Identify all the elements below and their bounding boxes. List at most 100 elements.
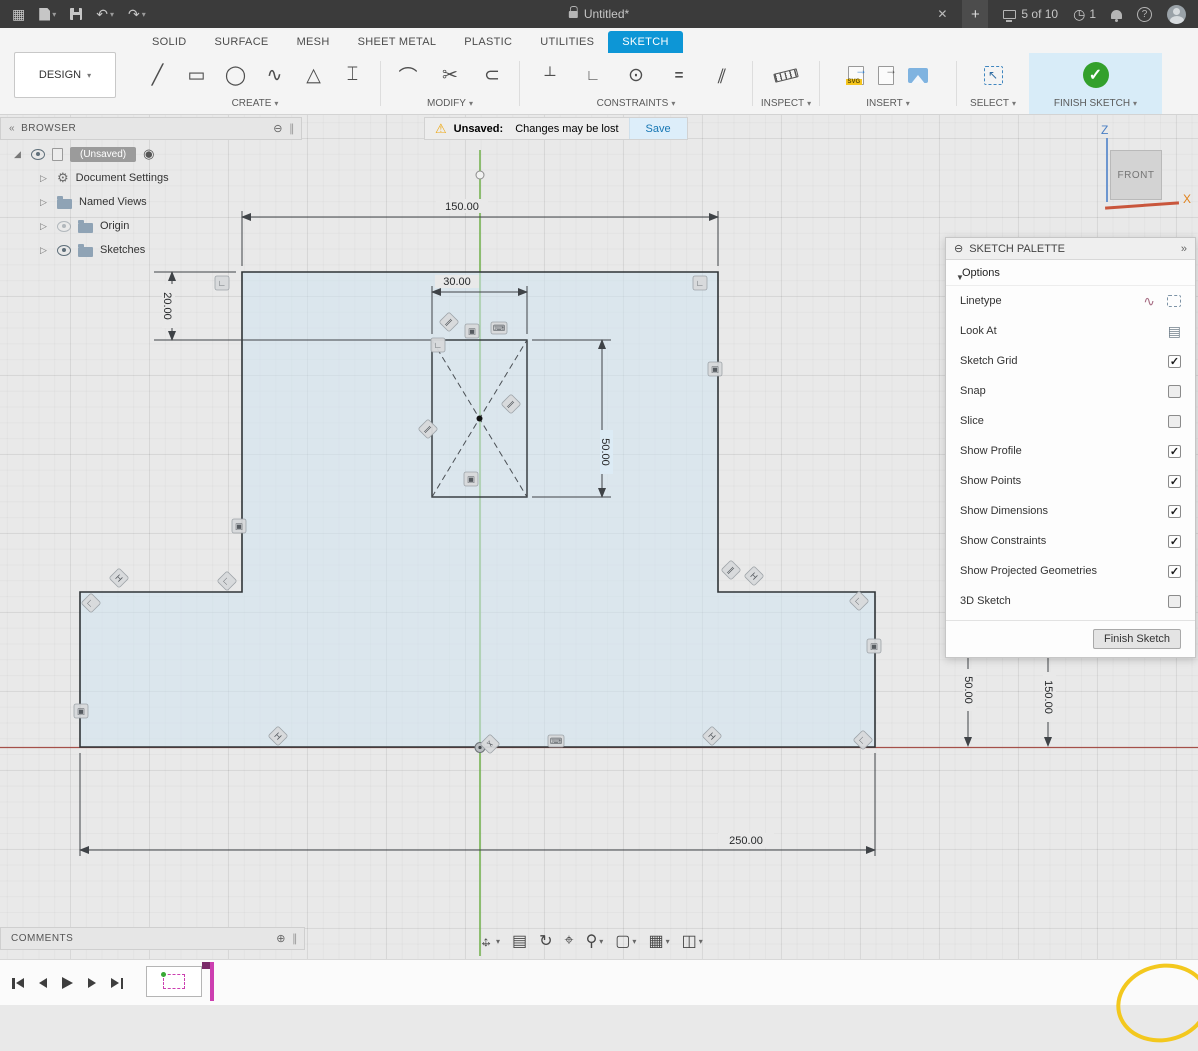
snap-checkbox[interactable] (1168, 385, 1181, 398)
skip-to-end-button[interactable] (111, 978, 123, 989)
trim-tool-icon[interactable]: ✂ (435, 56, 465, 94)
save-document-button[interactable]: Save (629, 118, 687, 139)
viewports-button[interactable]: ◫▾ (682, 931, 703, 951)
profile-outline[interactable] (80, 272, 875, 747)
grid-settings-button[interactable]: ▦▾ (648, 931, 669, 951)
activate-target-icon[interactable]: ◉ (143, 146, 154, 162)
undo-button[interactable]: ↶▾ (96, 6, 114, 23)
tree-item-sketches[interactable]: ▷ Sketches (0, 238, 300, 262)
sketch-palette-header[interactable]: ⊖ SKETCH PALETTE » (946, 238, 1195, 260)
view-cube[interactable]: Z FRONT X (1093, 120, 1197, 220)
notifications-icon[interactable] (1111, 10, 1122, 19)
zoom-window-button[interactable]: ⌖ (565, 932, 574, 950)
document-name-badge[interactable]: (Unsaved) (70, 147, 136, 162)
expand-palette-icon[interactable]: » (1181, 243, 1187, 255)
offset-tool-icon[interactable]: ⊂ (477, 56, 507, 94)
coincident-constraint-icon[interactable]: ∟ (578, 56, 608, 94)
insert-image-icon[interactable] (908, 68, 928, 83)
tab-surface[interactable]: SURFACE (201, 31, 283, 53)
vertical-constraint-icon[interactable]: ┴ (535, 56, 565, 94)
timeline-position-marker[interactable] (210, 962, 214, 1001)
tree-item-root[interactable]: ◢ (Unsaved) ◉ (0, 142, 300, 166)
workspace-selector[interactable]: DESIGN▾ (14, 52, 116, 98)
tree-item-origin[interactable]: ▷ Origin (0, 214, 300, 238)
equal-constraint-icon[interactable]: = (664, 56, 694, 94)
file-menu-button[interactable]: ▾ (39, 8, 56, 21)
show-constraints-checkbox[interactable] (1168, 535, 1181, 548)
job-status-button[interactable]: ◷ 1 (1073, 6, 1096, 23)
tangent-constraint-icon[interactable]: ⊙ (621, 56, 651, 94)
show-dimensions-checkbox[interactable] (1168, 505, 1181, 518)
timeline-feature-sketch[interactable] (146, 966, 202, 997)
step-back-button[interactable] (39, 978, 47, 988)
user-avatar[interactable] (1167, 5, 1186, 24)
tab-solid[interactable]: SOLID (138, 31, 201, 53)
sketch-grid-checkbox[interactable] (1168, 355, 1181, 368)
tab-utilities[interactable]: UTILITIES (526, 31, 608, 53)
look-at-icon[interactable]: ▤ (1168, 323, 1181, 340)
finish-sketch-button[interactable]: ✓ FINISH SKETCH▾ (1029, 53, 1162, 114)
3d-sketch-checkbox[interactable] (1168, 595, 1181, 608)
minimize-panel-icon[interactable]: ⊖ (273, 122, 283, 135)
slice-checkbox[interactable] (1168, 415, 1181, 428)
visibility-eye-icon[interactable] (57, 245, 71, 256)
new-tab-button[interactable]: + (962, 0, 988, 28)
app-launcher-icon[interactable]: ▦ (12, 6, 25, 23)
polygon-tool-icon[interactable]: △ (299, 56, 329, 94)
inspect-menu-button[interactable]: INSPECT▾ (761, 95, 811, 111)
finish-sketch-palette-button[interactable]: Finish Sketch (1093, 629, 1181, 649)
constraints-menu-button[interactable]: CONSTRAINTS▾ (597, 95, 676, 111)
tree-item-named-views[interactable]: ▷ Named Views (0, 190, 300, 214)
slot-tool-icon[interactable]: ⌶ (338, 56, 368, 94)
options-section-header[interactable]: ▼ Options (946, 260, 1195, 286)
browser-panel-header[interactable]: « BROWSER ⊖ ∥ (0, 117, 302, 140)
tab-sheet-metal[interactable]: SHEET METAL (344, 31, 451, 53)
close-tab-button[interactable]: ✕ (937, 7, 947, 21)
create-menu-button[interactable]: CREATE▾ (232, 95, 279, 111)
linetype-construction-icon[interactable] (1167, 295, 1181, 307)
axis-endpoint[interactable] (476, 171, 484, 179)
tab-mesh[interactable]: MESH (283, 31, 344, 53)
expand-icon[interactable]: ▷ (40, 173, 50, 184)
add-comment-icon[interactable]: ⊕ (276, 932, 286, 945)
step-forward-button[interactable] (88, 978, 96, 988)
visibility-eye-off-icon[interactable] (57, 221, 71, 232)
select-menu-button[interactable]: SELECT▾ (970, 95, 1016, 111)
display-settings-button[interactable]: ▢▾ (615, 931, 636, 951)
panel-grip[interactable]: ∥ (292, 932, 298, 945)
view-cube-front-face[interactable]: FRONT (1110, 150, 1162, 200)
tab-plastic[interactable]: PLASTIC (450, 31, 526, 53)
dimension-bottom-width[interactable]: 250.00 (80, 753, 875, 856)
pan-button[interactable]: ↻ (539, 931, 552, 951)
modify-menu-button[interactable]: MODIFY▾ (427, 95, 473, 111)
parallel-constraint-icon[interactable]: ∥ (701, 56, 743, 94)
show-points-checkbox[interactable] (1168, 475, 1181, 488)
insert-svg-icon[interactable]: →SVG (848, 66, 864, 85)
comments-panel-header[interactable]: COMMENTS ⊕ ∥ (0, 927, 305, 950)
show-profile-checkbox[interactable] (1168, 445, 1181, 458)
center-point[interactable] (477, 416, 483, 422)
show-projected-geometries-checkbox[interactable] (1168, 565, 1181, 578)
visibility-eye-icon[interactable] (31, 149, 45, 160)
zoom-button[interactable]: ⚲▾ (586, 931, 604, 951)
panel-grip[interactable]: ∥ (289, 122, 295, 135)
collapse-browser-icon[interactable]: « (1, 123, 15, 134)
look-at-button[interactable]: ▤ (512, 931, 527, 951)
tree-item-document-settings[interactable]: ▷ ⚙ Document Settings (0, 166, 300, 190)
help-icon[interactable]: ? (1137, 7, 1152, 22)
expand-icon[interactable]: ▷ (40, 221, 50, 232)
orbit-button[interactable]: ↔↕ ▾ (478, 933, 500, 949)
skip-to-start-button[interactable] (12, 978, 24, 989)
line-tool-icon[interactable]: ╱ (143, 56, 173, 94)
rectangle-tool-icon[interactable]: ▭ (182, 56, 212, 94)
minimize-palette-icon[interactable]: ⊖ (954, 242, 963, 255)
select-tool-icon[interactable]: ↖ (984, 66, 1003, 85)
spline-tool-icon[interactable]: ∿ (260, 56, 290, 94)
expand-icon[interactable]: ▷ (40, 245, 50, 256)
insert-menu-button[interactable]: INSERT▾ (866, 95, 910, 111)
insert-dxf-icon[interactable]: → (878, 66, 894, 85)
play-button[interactable] (62, 977, 73, 989)
save-button[interactable] (70, 8, 82, 20)
tab-sketch[interactable]: SKETCH (608, 31, 682, 53)
measure-tool-icon[interactable] (773, 68, 798, 83)
